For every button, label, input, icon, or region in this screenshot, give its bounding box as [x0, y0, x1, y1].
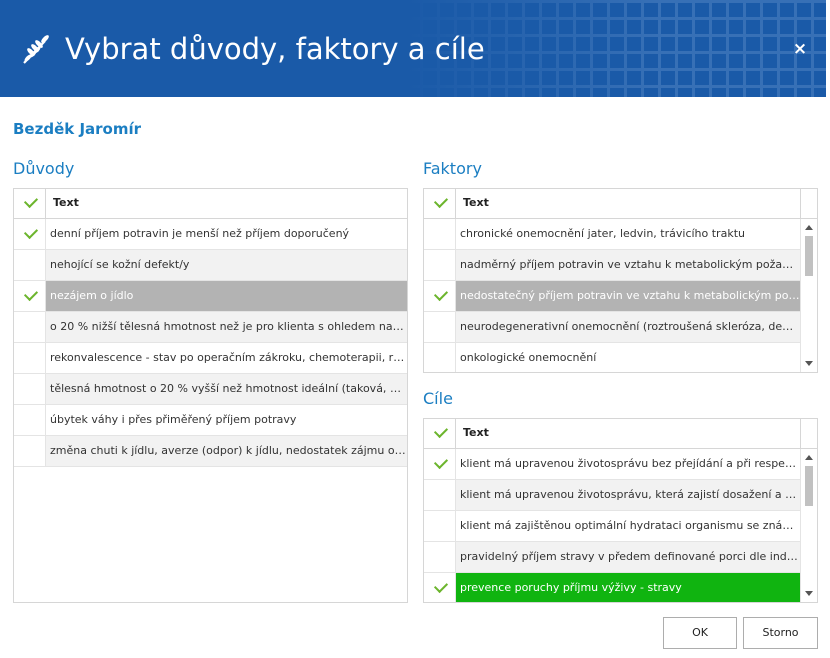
- row-check-cell[interactable]: [14, 405, 46, 435]
- row-check-cell[interactable]: [424, 480, 456, 510]
- row-check-cell[interactable]: [14, 436, 46, 466]
- header-scroll-spacer: [800, 189, 817, 218]
- table-row[interactable]: úbytek váhy i přes přiměřený příjem potr…: [14, 405, 407, 436]
- grid-header: Text: [424, 419, 817, 449]
- row-text[interactable]: pravidelný příjem stravy v předem defino…: [456, 542, 800, 572]
- row-check-cell[interactable]: [424, 511, 456, 541]
- row-check-cell[interactable]: [14, 312, 46, 342]
- row-check-cell[interactable]: [424, 343, 456, 372]
- row-check-cell[interactable]: [14, 250, 46, 280]
- factors-title: Faktory: [423, 159, 482, 178]
- row-text[interactable]: klient má upravenou životosprávu, která …: [456, 480, 800, 510]
- row-check-cell[interactable]: [14, 343, 46, 373]
- table-row[interactable]: chronické onemocnění jater, ledvin, tráv…: [424, 219, 800, 250]
- header-check-cell[interactable]: [14, 189, 46, 218]
- patient-name: Bezděk Jaromír: [13, 120, 142, 138]
- table-row[interactable]: klient má upravenou životosprávu, která …: [424, 480, 800, 511]
- check-icon: [433, 578, 449, 594]
- window-edge: [826, 0, 830, 658]
- row-text[interactable]: prevence poruchy příjmu výživy - stravy: [456, 573, 800, 602]
- column-header-text[interactable]: Text: [463, 196, 489, 209]
- row-text[interactable]: onkologické onemocnění: [456, 343, 800, 372]
- close-icon[interactable]: ×: [791, 40, 809, 58]
- row-text[interactable]: neurodegenerativní onemocnění (roztrouše…: [456, 312, 800, 342]
- table-row[interactable]: klient má zajištěnou optimální hydrataci…: [424, 511, 800, 542]
- scroll-down-icon[interactable]: [805, 361, 813, 366]
- header-check-cell[interactable]: [424, 419, 456, 448]
- goals-scrollbar[interactable]: [800, 449, 817, 602]
- row-check-cell[interactable]: [424, 312, 456, 342]
- header-check-cell[interactable]: [424, 189, 456, 218]
- table-row[interactable]: neurodegenerativní onemocnění (roztrouše…: [424, 312, 800, 343]
- scroll-up-icon[interactable]: [805, 455, 813, 460]
- table-row[interactable]: rekonvalescence - stav po operačním zákr…: [14, 343, 407, 374]
- table-row[interactable]: nezájem o jídlo: [14, 281, 407, 312]
- row-text[interactable]: klient má upravenou životosprávu bez pře…: [456, 449, 800, 479]
- row-check-cell[interactable]: [14, 374, 46, 404]
- row-text[interactable]: chronické onemocnění jater, ledvin, tráv…: [456, 219, 800, 249]
- table-row[interactable]: změna chuti k jídlu, averze (odpor) k jí…: [14, 436, 407, 467]
- check-icon: [433, 454, 449, 470]
- wheat-icon: [23, 35, 49, 64]
- row-check-cell[interactable]: [424, 219, 456, 249]
- table-row[interactable]: denní příjem potravin je menší než příje…: [14, 219, 407, 250]
- row-check-cell[interactable]: [14, 219, 46, 249]
- row-check-cell[interactable]: [424, 250, 456, 280]
- factors-scrollbar[interactable]: [800, 219, 817, 372]
- dialog-title: Vybrat důvody, faktory a cíle: [65, 32, 485, 66]
- row-check-cell[interactable]: [424, 542, 456, 572]
- ok-button[interactable]: OK: [663, 617, 737, 649]
- row-text[interactable]: nedostatečný příjem potravin ve vztahu k…: [456, 281, 800, 311]
- table-row[interactable]: o 20 % nižší tělesná hmotnost než je pro…: [14, 312, 407, 343]
- table-row[interactable]: prevence poruchy příjmu výživy - stravy: [424, 573, 800, 602]
- check-icon: [433, 423, 449, 439]
- row-check-cell[interactable]: [424, 281, 456, 311]
- row-check-cell[interactable]: [14, 281, 46, 311]
- table-row[interactable]: onkologické onemocnění: [424, 343, 800, 372]
- header-scroll-spacer: [800, 419, 817, 448]
- row-check-cell[interactable]: [424, 573, 456, 602]
- row-check-cell[interactable]: [424, 449, 456, 479]
- table-row[interactable]: nehojící se kožní defekt/y: [14, 250, 407, 281]
- row-text[interactable]: nadměrný příjem potravin ve vztahu k met…: [456, 250, 800, 280]
- goals-grid: Text klient má upravenou životosprávu be…: [423, 418, 818, 603]
- check-icon: [433, 286, 449, 302]
- grid-header: Text: [424, 189, 817, 219]
- reasons-title: Důvody: [13, 159, 75, 178]
- cancel-button[interactable]: Storno: [743, 617, 818, 649]
- check-icon: [23, 193, 39, 209]
- row-text[interactable]: změna chuti k jídlu, averze (odpor) k jí…: [46, 436, 407, 466]
- check-icon: [23, 224, 39, 240]
- row-text[interactable]: nehojící se kožní defekt/y: [46, 250, 407, 280]
- row-text[interactable]: klient má zajištěnou optimální hydrataci…: [456, 511, 800, 541]
- check-icon: [23, 286, 39, 302]
- table-row[interactable]: klient má upravenou životosprávu bez pře…: [424, 449, 800, 480]
- row-text[interactable]: nezájem o jídlo: [46, 281, 407, 311]
- grid-header: Text: [14, 189, 407, 219]
- column-header-text[interactable]: Text: [53, 196, 79, 209]
- dialog-header: Vybrat důvody, faktory a cíle ×: [0, 0, 826, 97]
- table-row[interactable]: nadměrný příjem potravin ve vztahu k met…: [424, 250, 800, 281]
- scroll-down-icon[interactable]: [805, 591, 813, 596]
- table-row[interactable]: tělesná hmotnost o 20 % vyšší než hmotno…: [14, 374, 407, 405]
- row-text[interactable]: rekonvalescence - stav po operačním zákr…: [46, 343, 407, 373]
- scroll-thumb[interactable]: [805, 236, 813, 276]
- factors-grid: Text chronické onemocnění jater, ledvin,…: [423, 188, 818, 373]
- table-row[interactable]: pravidelný příjem stravy v předem defino…: [424, 542, 800, 573]
- reasons-grid: Text denní příjem potravin je menší než …: [13, 188, 408, 603]
- row-text[interactable]: o 20 % nižší tělesná hmotnost než je pro…: [46, 312, 407, 342]
- row-text[interactable]: tělesná hmotnost o 20 % vyšší než hmotno…: [46, 374, 407, 404]
- table-row[interactable]: nedostatečný příjem potravin ve vztahu k…: [424, 281, 800, 312]
- check-icon: [433, 193, 449, 209]
- column-header-text[interactable]: Text: [463, 426, 489, 439]
- goals-title: Cíle: [423, 389, 453, 408]
- scroll-thumb[interactable]: [805, 466, 813, 506]
- row-text[interactable]: denní příjem potravin je menší než příje…: [46, 219, 407, 249]
- row-text[interactable]: úbytek váhy i přes přiměřený příjem potr…: [46, 405, 407, 435]
- scroll-up-icon[interactable]: [805, 225, 813, 230]
